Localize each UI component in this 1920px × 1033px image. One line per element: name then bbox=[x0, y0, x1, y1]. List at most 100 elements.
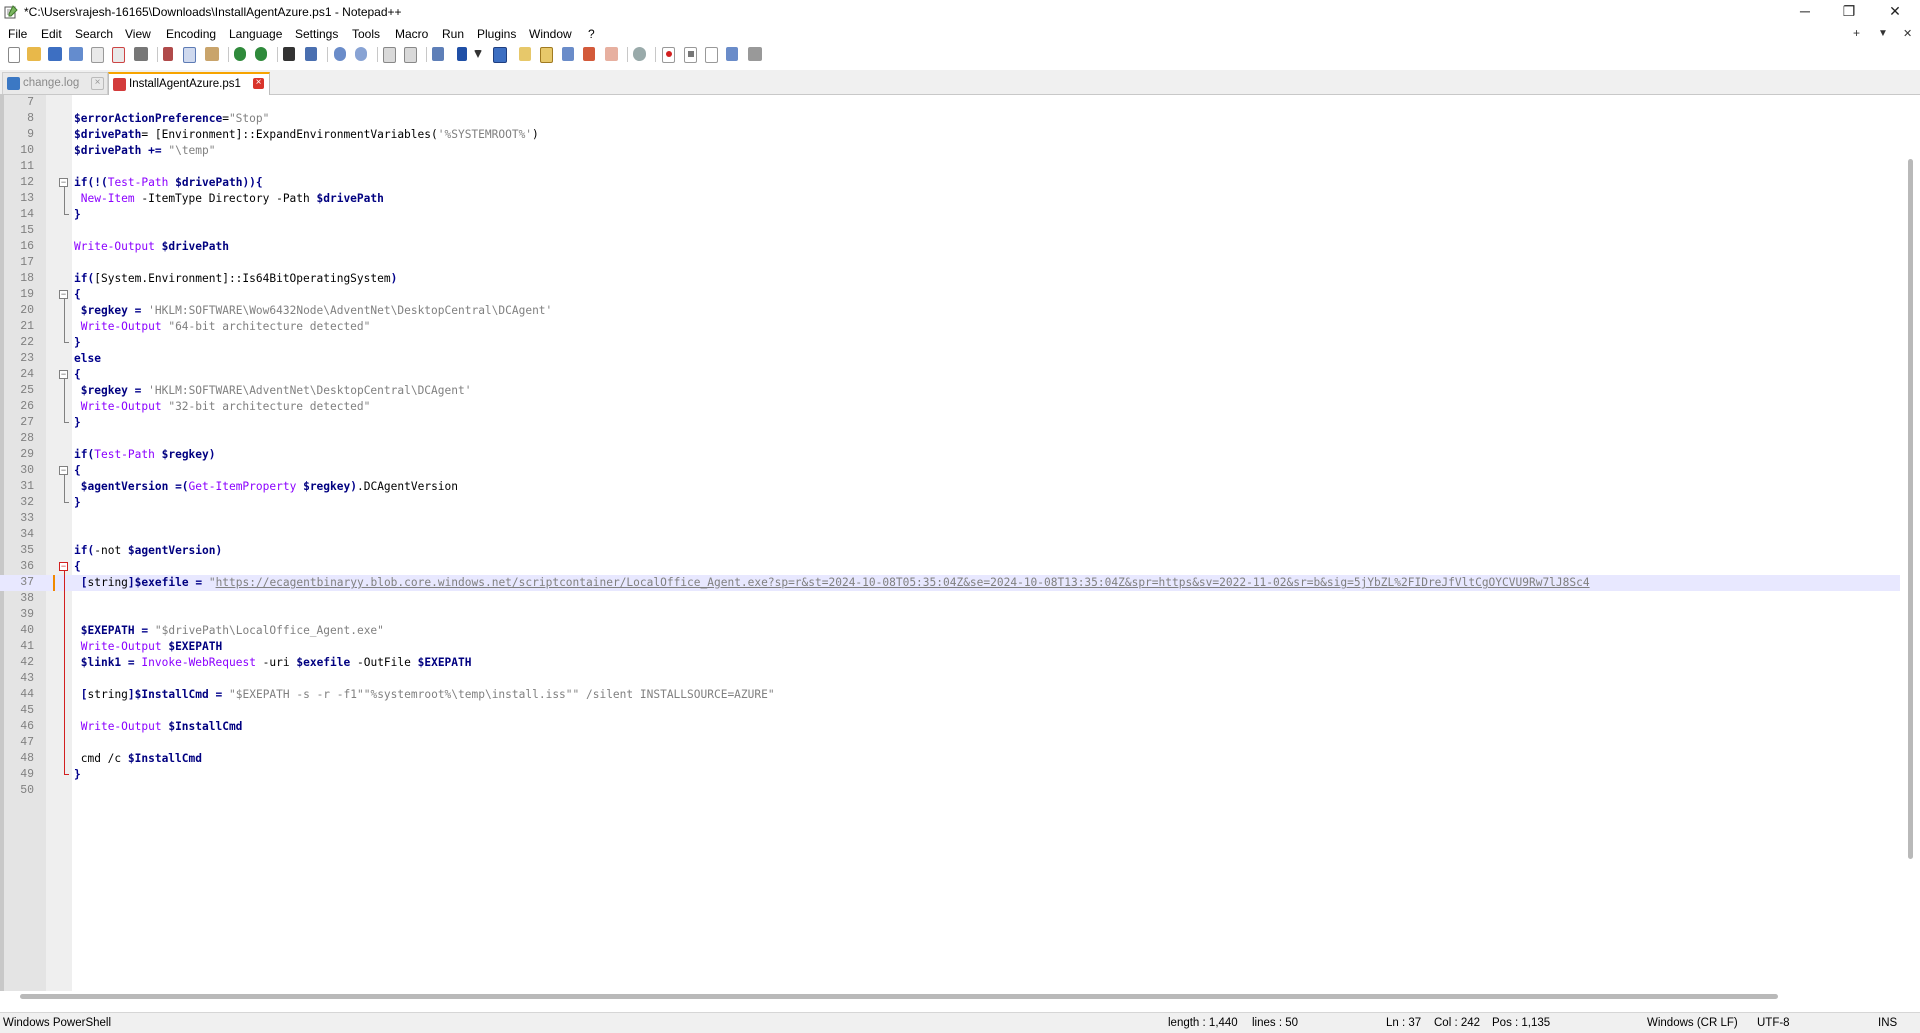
close-tab-icon[interactable]: × bbox=[91, 77, 104, 90]
code-line[interactable]: 33 bbox=[0, 511, 1900, 527]
save-all-icon[interactable] bbox=[69, 47, 83, 61]
code-line[interactable]: 30 { bbox=[0, 463, 1900, 479]
horizontal-scrollbar[interactable] bbox=[0, 991, 1904, 1003]
code-line[interactable]: 46 Write-Output $InstallCmd bbox=[0, 719, 1900, 735]
monitoring-icon[interactable] bbox=[633, 47, 646, 61]
save-macro-icon[interactable] bbox=[748, 47, 762, 61]
maximize-button[interactable]: ❐ bbox=[1826, 0, 1872, 24]
menu-settings[interactable]: Settings bbox=[295, 27, 338, 41]
close-window-button[interactable]: ✕ bbox=[1872, 0, 1918, 24]
udl-icon[interactable] bbox=[519, 47, 531, 61]
fold-toggle-icon[interactable]: − bbox=[59, 290, 68, 299]
menu-macro[interactable]: Macro bbox=[395, 27, 428, 41]
menu-view[interactable]: View bbox=[125, 27, 151, 41]
chevron-down-icon[interactable] bbox=[474, 50, 482, 58]
code-line[interactable]: 21 Write-Output "64-bit architecture det… bbox=[0, 319, 1900, 335]
editor-area[interactable]: 7 8 $errorActionPreference="Stop" 9 $drivePa… bbox=[0, 95, 1920, 991]
horizontal-scroll-thumb[interactable] bbox=[20, 994, 1778, 999]
save-icon[interactable] bbox=[48, 47, 62, 61]
close-icon[interactable] bbox=[91, 47, 104, 63]
code-line[interactable]: 17 bbox=[0, 255, 1900, 271]
close-doc-icon[interactable]: ✕ bbox=[1903, 27, 1912, 40]
code-line[interactable]: 48 cmd /c $InstallCmd bbox=[0, 751, 1900, 767]
status-insert-mode[interactable]: INS bbox=[1878, 1017, 1897, 1029]
vertical-scrollbar[interactable] bbox=[1904, 95, 1920, 991]
fold-toggle-icon[interactable]: − bbox=[59, 562, 68, 571]
find-icon[interactable] bbox=[283, 47, 295, 61]
code-line[interactable]: 19 { bbox=[0, 287, 1900, 303]
code-line[interactable]: 36 { bbox=[0, 559, 1900, 575]
run-macro-multiple-icon[interactable] bbox=[726, 47, 738, 61]
code-line[interactable]: 15 bbox=[0, 223, 1900, 239]
menu-encoding[interactable]: Encoding bbox=[166, 27, 216, 41]
fold-toggle-icon[interactable]: − bbox=[59, 466, 68, 475]
close-tab-icon[interactable]: × bbox=[253, 78, 264, 89]
code-line[interactable]: 7 bbox=[0, 95, 1900, 111]
print-icon[interactable] bbox=[134, 47, 148, 61]
code-line[interactable]: 9 $drivePath= [Environment]::ExpandEnviro… bbox=[0, 127, 1900, 143]
stop-macro-icon[interactable] bbox=[684, 47, 697, 63]
code-line[interactable]: 31 $agentVersion =(Get-ItemProperty $reg… bbox=[0, 479, 1900, 495]
code-line[interactable]: 40 $EXEPATH = "$drivePath\LocalOffice_Ag… bbox=[0, 623, 1900, 639]
menu-language[interactable]: Language bbox=[229, 27, 282, 41]
code-line[interactable]: 50 bbox=[0, 783, 1900, 799]
sync-horizontal-icon[interactable] bbox=[404, 47, 417, 63]
function-list-icon[interactable] bbox=[583, 47, 595, 61]
status-encoding[interactable]: UTF-8 bbox=[1757, 1017, 1790, 1029]
show-all-chars-icon[interactable] bbox=[457, 47, 467, 61]
sync-vertical-icon[interactable] bbox=[383, 47, 396, 63]
fold-toggle-icon[interactable]: − bbox=[59, 370, 68, 379]
doc-map-icon[interactable] bbox=[540, 47, 553, 63]
new-tab-icon[interactable]: + bbox=[1853, 26, 1860, 40]
code-line[interactable]: 27} bbox=[0, 415, 1900, 431]
paste-icon[interactable] bbox=[205, 47, 219, 61]
code-line[interactable]: 35 if(-not $agentVersion) bbox=[0, 543, 1900, 559]
code-line[interactable]: 22} bbox=[0, 335, 1900, 351]
new-file-icon[interactable] bbox=[8, 47, 20, 63]
menu-plugins[interactable]: Plugins bbox=[477, 27, 516, 41]
code-line[interactable]: 39 bbox=[0, 607, 1900, 623]
code-line[interactable]: 37 [string]$exefile = "https://ecagentbi… bbox=[0, 575, 1900, 591]
tab-installagentazure[interactable]: InstallAgentAzure.ps1 × bbox=[108, 72, 270, 96]
code-line[interactable]: 47 bbox=[0, 735, 1900, 751]
code-line[interactable]: 13 New-Item -ItemType Directory -Path $d… bbox=[0, 191, 1900, 207]
code-line[interactable]: 23 else bbox=[0, 351, 1900, 367]
menu-tools[interactable]: Tools bbox=[352, 27, 380, 41]
zoom-in-icon[interactable] bbox=[334, 47, 346, 61]
open-file-icon[interactable] bbox=[27, 47, 41, 61]
code-line[interactable]: 24 { bbox=[0, 367, 1900, 383]
record-macro-icon[interactable] bbox=[662, 47, 675, 63]
code-line[interactable]: 18 if([System.Environment]::Is64BitOperat… bbox=[0, 271, 1900, 287]
cut-icon[interactable] bbox=[163, 47, 173, 61]
code-line[interactable]: 28 bbox=[0, 431, 1900, 447]
menu-window[interactable]: Window bbox=[529, 27, 572, 41]
code-line[interactable]: 10 $drivePath += "\temp" bbox=[0, 143, 1900, 159]
word-wrap-icon[interactable] bbox=[432, 47, 444, 61]
status-eol[interactable]: Windows (CR LF) bbox=[1647, 1017, 1738, 1029]
replace-icon[interactable] bbox=[305, 47, 317, 61]
code-line[interactable]: 49} bbox=[0, 767, 1900, 783]
doc-list-icon[interactable] bbox=[562, 47, 574, 61]
code-line[interactable]: 11 bbox=[0, 159, 1900, 175]
code-line[interactable]: 29 if(Test-Path $regkey) bbox=[0, 447, 1900, 463]
copy-icon[interactable] bbox=[183, 47, 196, 63]
code-line[interactable]: 45 bbox=[0, 703, 1900, 719]
code-line[interactable]: 38 bbox=[0, 591, 1900, 607]
menu-file[interactable]: File bbox=[8, 27, 27, 41]
tab-change-log[interactable]: change.log × bbox=[2, 72, 108, 94]
code-line[interactable]: 14} bbox=[0, 207, 1900, 223]
menu-search[interactable]: Search bbox=[75, 27, 113, 41]
code-line[interactable]: 8 $errorActionPreference="Stop" bbox=[0, 111, 1900, 127]
code-line[interactable]: 34 bbox=[0, 527, 1900, 543]
undo-icon[interactable] bbox=[234, 47, 246, 61]
close-all-icon[interactable] bbox=[112, 47, 125, 63]
code-line[interactable]: 41 Write-Output $EXEPATH bbox=[0, 639, 1900, 655]
code-line[interactable]: 43 bbox=[0, 671, 1900, 687]
indent-guide-icon[interactable] bbox=[493, 47, 507, 63]
play-macro-icon[interactable] bbox=[705, 47, 718, 63]
folder-workspace-icon[interactable] bbox=[605, 47, 618, 61]
code-line[interactable]: 44 [string]$InstallCmd = "$EXEPATH -s -r… bbox=[0, 687, 1900, 703]
fold-toggle-icon[interactable]: − bbox=[59, 178, 68, 187]
menu-help[interactable]: ? bbox=[588, 27, 595, 41]
tab-list-icon[interactable]: ▼ bbox=[1878, 28, 1888, 39]
